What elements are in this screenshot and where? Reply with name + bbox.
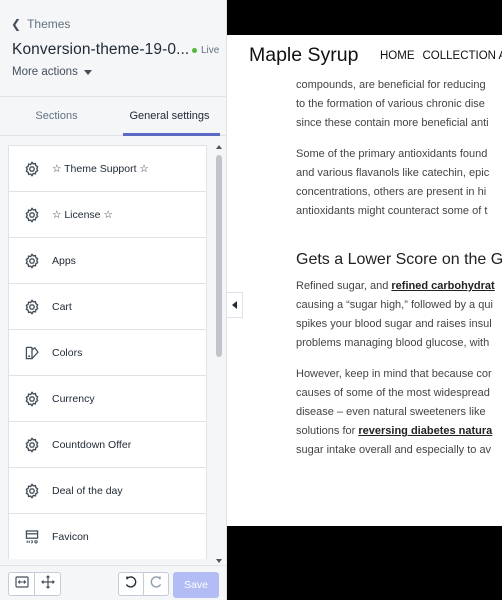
redo-icon bbox=[149, 575, 163, 594]
favicon-icon bbox=[21, 526, 43, 548]
scroll-up-arrow-icon[interactable] bbox=[216, 145, 222, 149]
paragraph-line: causes of some of the most widespread bbox=[296, 387, 490, 399]
preview-top-bar bbox=[227, 0, 502, 35]
paint-bucket-icon bbox=[21, 342, 43, 364]
theme-name: Konversion-theme-19-0... bbox=[12, 41, 190, 58]
settings-item-label: Colors bbox=[52, 346, 83, 359]
paragraph-line: spikes your blood sugar and raises insul bbox=[296, 318, 492, 330]
reversing-diabetes-link[interactable]: reversing diabetes natura bbox=[358, 425, 492, 437]
settings-item-deal-of-the-day[interactable]: Deal of the day bbox=[8, 467, 207, 513]
nav-item-home[interactable]: HOME bbox=[380, 50, 415, 62]
undo-button[interactable] bbox=[118, 572, 144, 596]
preview-bottom-bar bbox=[227, 526, 502, 600]
expand-horizontal-icon bbox=[14, 575, 29, 593]
gear-icon bbox=[21, 480, 43, 502]
settings-item-label: ☆ Theme Support ☆ bbox=[52, 162, 149, 175]
settings-item-label: Cart bbox=[52, 300, 72, 313]
settings-scrollbar[interactable] bbox=[215, 145, 223, 565]
desktop-width-button[interactable] bbox=[8, 572, 35, 596]
caret-left-icon bbox=[232, 301, 237, 309]
back-to-themes-link[interactable]: ❮ Themes bbox=[11, 17, 70, 31]
settings-item-label: Deal of the day bbox=[52, 484, 123, 497]
settings-item-favicon[interactable]: Favicon bbox=[8, 513, 207, 559]
scroll-down-arrow-icon[interactable] bbox=[216, 559, 222, 563]
paragraph-line: since these contain more beneficial anti bbox=[296, 117, 489, 129]
settings-item-countdown-offer[interactable]: Countdown Offer bbox=[8, 421, 207, 467]
gear-icon bbox=[21, 388, 43, 410]
paragraph-text: Refined sugar, and bbox=[296, 280, 392, 292]
settings-item-license[interactable]: ☆ License ☆ bbox=[8, 191, 207, 237]
collapse-sidebar-handle[interactable] bbox=[227, 292, 243, 318]
settings-item-label: Apps bbox=[52, 254, 76, 267]
settings-list: ☆ Theme Support ☆ ☆ License ☆ Apps Cart bbox=[8, 145, 207, 559]
settings-item-label: Favicon bbox=[52, 530, 89, 543]
gear-icon bbox=[21, 250, 43, 272]
undo-icon bbox=[124, 575, 138, 594]
full-width-button[interactable] bbox=[34, 572, 61, 596]
site-nav: HOME COLLECTION A bbox=[380, 50, 502, 62]
sidebar-footer: Save bbox=[0, 565, 226, 600]
gear-icon bbox=[21, 158, 43, 180]
paragraph-line: However, keep in mind that because cor bbox=[296, 368, 492, 380]
sidebar-header: ❮ Themes Konversion-theme-19-0... Live M… bbox=[0, 0, 226, 96]
settings-item-label: Currency bbox=[52, 392, 95, 405]
chevron-left-icon: ❮ bbox=[11, 17, 22, 31]
paragraph-line: sugar intake overall and especially to a… bbox=[296, 444, 492, 456]
live-label: Live bbox=[201, 45, 220, 56]
paragraph-line: Some of the primary antioxidants found bbox=[296, 148, 488, 160]
settings-item-colors[interactable]: Colors bbox=[8, 329, 207, 375]
live-status-dot-icon bbox=[192, 48, 197, 53]
paragraph-text: solutions for bbox=[296, 425, 359, 437]
paragraph-line: concentrations, others are present in hi bbox=[296, 186, 487, 198]
paragraph-line: antioxidants might counteract some of t bbox=[296, 205, 488, 217]
settings-item-label: ☆ License ☆ bbox=[52, 208, 113, 221]
paragraph-line: solutions for reversing diabetes natura bbox=[296, 425, 492, 437]
caret-down-icon bbox=[83, 70, 92, 75]
tab-general-settings[interactable]: General settings bbox=[113, 97, 226, 136]
settings-list-area: ☆ Theme Support ☆ ☆ License ☆ Apps Cart bbox=[0, 137, 226, 565]
settings-item-apps[interactable]: Apps bbox=[8, 237, 207, 283]
more-actions-label: More actions bbox=[12, 66, 78, 78]
settings-item-theme-support[interactable]: ☆ Theme Support ☆ bbox=[8, 145, 207, 191]
scrollbar-thumb[interactable] bbox=[216, 155, 222, 357]
nav-item-collection[interactable]: COLLECTION A bbox=[423, 50, 502, 62]
save-button[interactable]: Save bbox=[173, 572, 219, 598]
paragraph-line: and various flavanols like catechin, epi… bbox=[296, 167, 490, 179]
paragraph-line: causing a “sugar high,” followed by a qu… bbox=[296, 299, 493, 311]
back-link-label: Themes bbox=[27, 17, 71, 31]
tab-sections[interactable]: Sections bbox=[0, 97, 113, 135]
gear-icon bbox=[21, 296, 43, 318]
gear-icon bbox=[21, 204, 43, 226]
theme-editor-sidebar: ❮ Themes Konversion-theme-19-0... Live M… bbox=[0, 0, 227, 600]
paragraph-line: compounds, are beneficial for reducing bbox=[296, 79, 486, 91]
gear-icon bbox=[21, 434, 43, 456]
move-arrows-icon bbox=[40, 574, 55, 594]
settings-item-currency[interactable]: Currency bbox=[8, 375, 207, 421]
settings-item-label: Countdown Offer bbox=[52, 438, 132, 451]
paragraph-line: problems managing blood glucose, with bbox=[296, 337, 490, 349]
more-actions-dropdown[interactable]: More actions bbox=[12, 66, 92, 78]
redo-button[interactable] bbox=[143, 572, 169, 596]
sidebar-tabs: Sections General settings bbox=[0, 96, 226, 136]
paragraph-line: Refined sugar, and refined carbohydrat bbox=[296, 280, 495, 292]
live-badge: Live bbox=[192, 45, 219, 56]
storefront-preview: Maple Syrup HOME COLLECTION A compounds,… bbox=[227, 0, 502, 600]
section-heading: Gets a Lower Score on the G bbox=[296, 251, 502, 268]
paragraph-line: disease – even natural sweeteners like bbox=[296, 406, 486, 418]
settings-item-cart[interactable]: Cart bbox=[8, 283, 207, 329]
site-title[interactable]: Maple Syrup bbox=[249, 44, 358, 67]
refined-carbohydrates-link[interactable]: refined carbohydrat bbox=[391, 280, 494, 292]
paragraph-line: to the formation of various chronic dise bbox=[296, 98, 485, 110]
